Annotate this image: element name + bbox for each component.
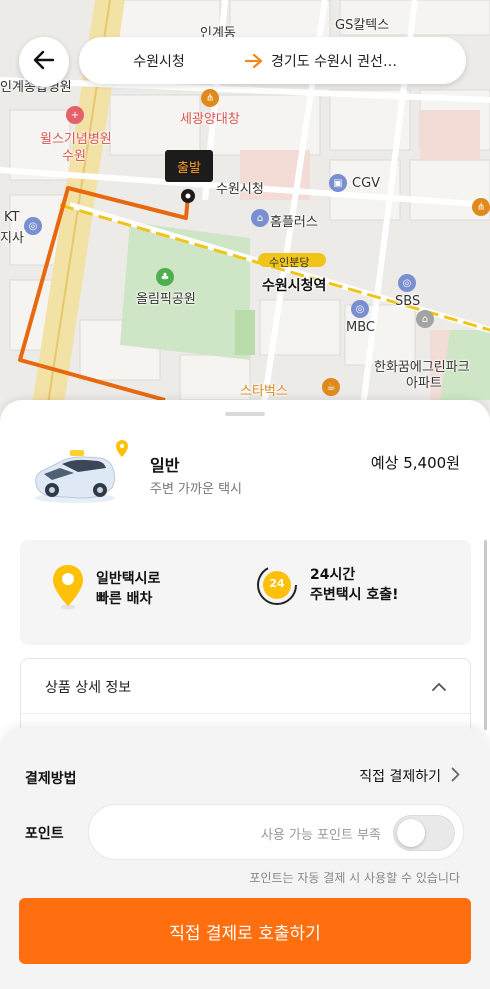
- restaurant-icon: ⋔: [201, 89, 219, 107]
- map-label: GS칼텍스: [335, 18, 390, 33]
- feature-highlights: 일반택시로 빠른 배차 24 24시간 주변택시 호출!: [20, 540, 471, 645]
- hospital-icon: +: [66, 106, 84, 124]
- sheet-drag-handle[interactable]: [225, 412, 265, 416]
- divider: [21, 713, 470, 714]
- map-label: 홈플러스: [270, 215, 318, 230]
- back-button[interactable]: [19, 37, 69, 87]
- subway-line-badge: 수인분당: [269, 256, 310, 269]
- shopping-icon: ⌂: [251, 209, 269, 227]
- feature-line: 주변택시 호출!: [310, 587, 399, 603]
- feature-24h: 24 24시간 주변택시 호출!: [256, 564, 399, 606]
- payment-panel: 결제방법 직접 결제하기 포인트 사용 가능 포인트 부족 포인트는 자동 결제…: [0, 728, 490, 989]
- payment-method-selector[interactable]: 직접 결제하기: [359, 766, 460, 786]
- estimated-fare: 예상 5,400원: [370, 454, 460, 472]
- point-toggle[interactable]: [393, 815, 455, 851]
- map-label: 수원시청: [216, 182, 264, 197]
- call-taxi-button[interactable]: 직접 결제로 호출하기: [19, 898, 471, 964]
- clock-24-icon: 24: [256, 564, 298, 606]
- taxi-type-description: 주변 가까운 택시: [150, 482, 242, 497]
- start-tag: 출발: [165, 150, 213, 182]
- broadcast-sbs-icon: ◎: [398, 274, 416, 292]
- map-label: 스타벅스: [240, 384, 288, 399]
- payment-method-label: 결제방법: [25, 771, 77, 787]
- arrow-right-icon: [239, 53, 269, 68]
- point-field: 사용 가능 포인트 부족: [88, 804, 464, 860]
- map-label: 지사: [0, 231, 24, 246]
- apartment-icon: ⌂: [416, 310, 434, 328]
- taxi-car-icon: [30, 440, 140, 506]
- park-icon: ♣: [156, 268, 174, 286]
- arrow-left-icon: [33, 50, 55, 74]
- toggle-knob: [397, 819, 425, 847]
- cinema-icon: ▣: [329, 174, 347, 192]
- map-label: KT: [4, 210, 20, 225]
- clock-24-badge: 24: [269, 577, 285, 590]
- taxi-option-row[interactable]: 일반 주변 가까운 택시 예상 5,400원: [30, 440, 470, 510]
- station-label[interactable]: 수원시청역: [262, 275, 326, 295]
- product-detail-title: 상품 상세 정보: [45, 680, 132, 696]
- office-icon: ◎: [24, 217, 42, 235]
- feature-line: 24시간: [310, 567, 356, 583]
- feature-fast-dispatch: 일반택시로 빠른 배차: [52, 564, 160, 614]
- map-label: 수원: [62, 149, 86, 164]
- map-label: MBC: [346, 320, 375, 335]
- point-status-text: 사용 가능 포인트 부족: [260, 828, 381, 843]
- taxi-type-name: 일반: [150, 456, 180, 475]
- broadcast-mbc-icon: ◎: [351, 300, 369, 318]
- route-origin: 수원시청: [133, 53, 185, 70]
- cafe-icon: ☕: [322, 378, 340, 396]
- map-label: 아파트: [406, 376, 442, 391]
- restaurant-icon: ⋔: [472, 198, 490, 216]
- map-label: CGV: [352, 176, 381, 191]
- payment-method-value: 직접 결제하기: [359, 769, 441, 785]
- feature-line: 일반택시로: [96, 571, 161, 587]
- map-label: SBS: [395, 294, 421, 309]
- route-destination: 경기도 수원시 권선…: [271, 53, 397, 70]
- feature-line: 빠른 배차: [96, 591, 153, 607]
- map-label: 세광양대창: [180, 112, 240, 127]
- chevron-right-icon: [451, 767, 460, 786]
- location-pin-icon: [52, 564, 84, 614]
- scrollbar[interactable]: [484, 540, 487, 730]
- map-label: 올림픽공원: [136, 292, 196, 307]
- point-label: 포인트: [25, 826, 64, 842]
- chevron-up-icon[interactable]: [432, 677, 446, 696]
- route-summary-bar[interactable]: 수원시청 경기도 수원시 권선…: [79, 37, 466, 84]
- point-note: 포인트는 자동 결제 시 사용할 수 있습니다: [249, 871, 460, 885]
